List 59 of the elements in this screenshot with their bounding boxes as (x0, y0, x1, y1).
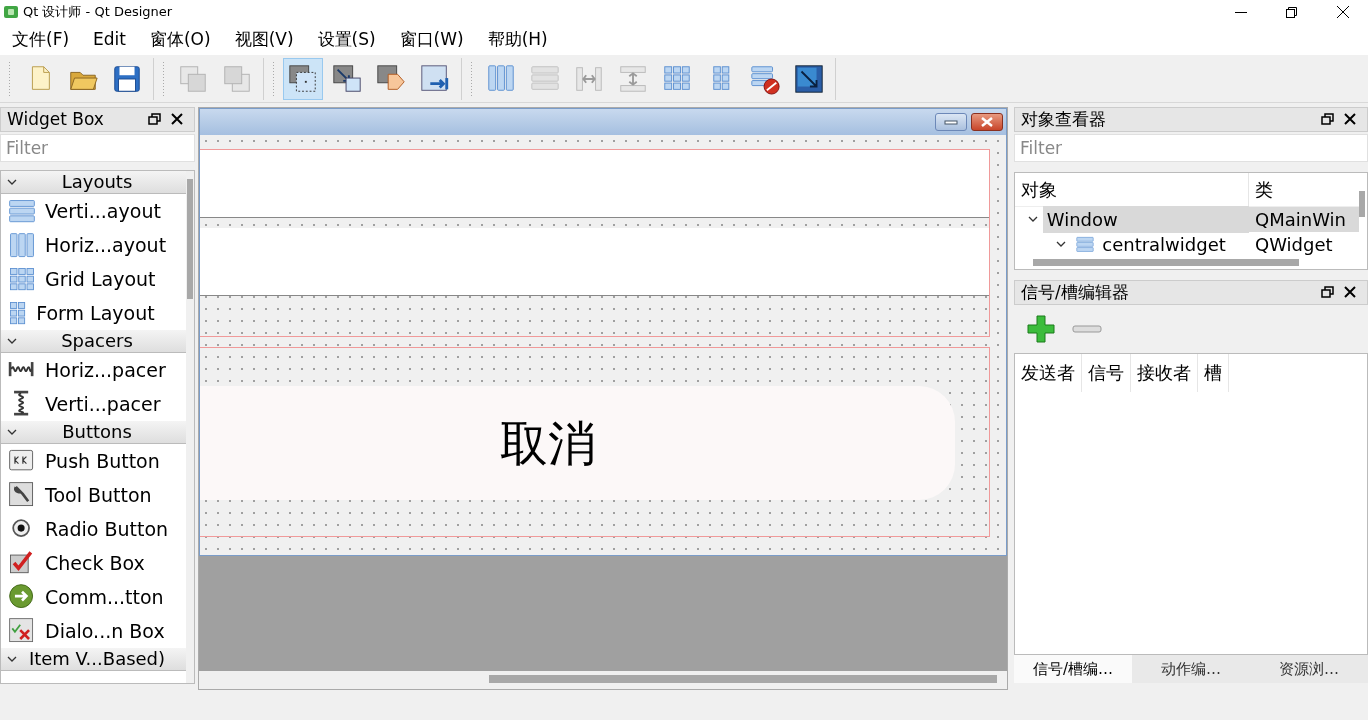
restore-icon (1320, 112, 1335, 127)
category-label: Layouts (60, 170, 134, 195)
cancel-button[interactable]: 取消 (200, 385, 955, 500)
tree-item[interactable]: Window (1043, 205, 1249, 233)
plus-icon (1026, 313, 1056, 344)
column-header[interactable]: 对象 (1015, 172, 1249, 206)
tab[interactable]: 动作编… (1132, 654, 1250, 683)
scrollbar-thumb[interactable] (187, 178, 193, 299)
restore-icon (1320, 285, 1335, 300)
close-icon (1336, 6, 1349, 19)
close-icon (979, 116, 995, 127)
filter-field[interactable]: Filter (1014, 133, 1368, 162)
rows-icon (1074, 234, 1095, 254)
menu-item[interactable]: 窗口(W) (387, 24, 476, 55)
scrollbar-thumb[interactable] (489, 675, 997, 683)
column-header[interactable]: 信号 (1082, 353, 1131, 392)
category-header[interactable]: Layouts (1, 170, 186, 194)
close-icon (170, 112, 184, 127)
tab[interactable]: 信号/槽编… (1014, 654, 1132, 683)
columns-icon (485, 63, 517, 94)
columns-icon (7, 230, 37, 259)
category-header[interactable]: Buttons (1, 420, 186, 444)
scrollbar-thumb[interactable] (1359, 190, 1365, 217)
close-button[interactable] (971, 112, 1003, 131)
panel-title: Widget Box (7, 107, 105, 131)
category-label: Buttons (61, 420, 133, 445)
panel-title: 对象查看器 (1021, 107, 1107, 131)
app-logo-icon (3, 4, 19, 20)
menu-item[interactable]: 设置(S) (305, 24, 388, 55)
menu-item[interactable]: 文件(F) (0, 24, 82, 55)
category-header[interactable]: Item V...Based) (1, 647, 186, 671)
category-label: Item V...Based) (27, 647, 167, 672)
table-cell-text: QWidget (1254, 232, 1334, 257)
panel-title: 信号/槽编辑器 (1021, 280, 1130, 304)
menu-item[interactable]: Edit (81, 24, 138, 55)
restore-icon (1286, 6, 1297, 18)
tree-item[interactable]: centralwidget (1071, 230, 1249, 258)
minimize-icon (1234, 11, 1247, 13)
filter-field[interactable]: Filter (0, 133, 195, 162)
arrow-widget-icon (331, 62, 363, 95)
window-title: Qt 设计师 - Qt Designer (23, 3, 174, 22)
category-header[interactable]: Spacers (1, 329, 186, 353)
close-icon (1343, 285, 1357, 300)
menu-item[interactable]: 视图(V) (222, 24, 306, 55)
column-header[interactable]: 槽 (1198, 353, 1229, 392)
select-widget-icon (287, 62, 319, 95)
scrollbar-thumb[interactable] (1033, 258, 1299, 266)
category-label: Spacers (60, 329, 134, 354)
menu-item[interactable]: 帮助(H) (475, 24, 560, 55)
resize-icon (793, 62, 825, 95)
column-header[interactable]: 发送者 (1015, 353, 1082, 392)
column-header[interactable]: 接收者 (1131, 353, 1198, 392)
tab[interactable]: 资源浏… (1250, 654, 1368, 683)
select-widget-button[interactable] (283, 57, 323, 100)
column-header[interactable]: 类 (1249, 172, 1359, 206)
menu-item[interactable]: 窗体(O) (137, 24, 223, 55)
close-icon (1343, 112, 1357, 127)
table-cell: QMainWin (1249, 206, 1359, 232)
restore-icon (147, 112, 162, 127)
